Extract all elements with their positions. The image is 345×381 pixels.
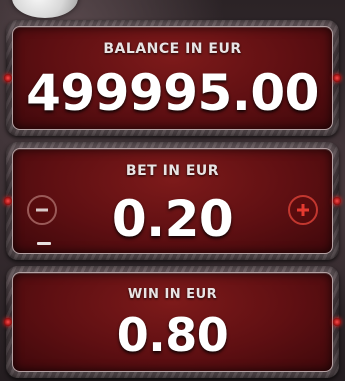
game-stats-panel: BALANCE IN EUR 499995.00 BET IN EUR 0.20 <box>0 0 345 381</box>
increase-bet-button[interactable] <box>288 195 318 225</box>
bet-label: BET IN EUR <box>125 163 220 179</box>
win-panel: WIN IN EUR 0.80 <box>12 272 333 372</box>
balance-panel: BALANCE IN EUR 499995.00 <box>12 26 333 130</box>
plus-circle-icon <box>297 204 309 216</box>
win-frame: WIN IN EUR 0.80 <box>4 266 341 378</box>
bet-panel: BET IN EUR 0.20 <box>12 148 333 254</box>
bet-frame: BET IN EUR 0.20 <box>4 142 341 260</box>
decorative-bubble <box>12 0 78 18</box>
win-label: WIN IN EUR <box>127 287 218 302</box>
bet-value: 0.20 <box>111 190 234 248</box>
win-value: 0.80 <box>116 308 229 362</box>
balance-frame: BALANCE IN EUR 499995.00 <box>4 20 341 136</box>
balance-value: 499995.00 <box>26 64 319 122</box>
dash-mark <box>37 242 51 245</box>
balance-label: BALANCE IN EUR <box>103 41 242 57</box>
